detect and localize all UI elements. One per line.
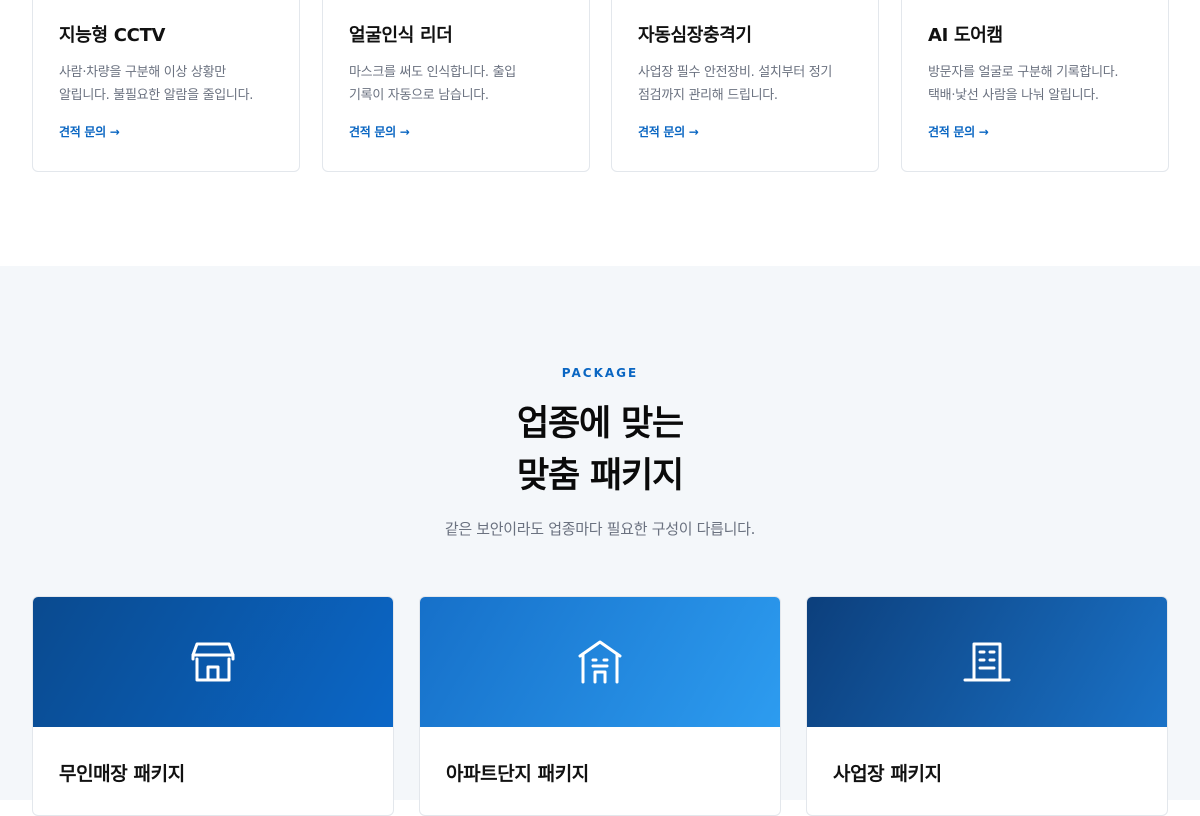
package-title: 무인매장 패키지 xyxy=(59,763,185,785)
product-title: 지능형 CCTV xyxy=(59,25,166,46)
product-description: 사람·차량을 구분해 이상 상황만 알립니다. 불필요한 알람을 줄입니다. xyxy=(59,65,254,103)
package-banner xyxy=(807,597,1167,727)
package-card-unmanned-store[interactable]: 무인매장 패키지 xyxy=(32,596,394,816)
quote-inquiry-link[interactable]: 견적 문의 → xyxy=(59,123,120,140)
product-description: 사업장 필수 안전장비. 설치부터 정기 점검까지 관리해 드립니다. xyxy=(638,65,833,103)
product-description: 마스크를 써도 인식합니다. 출입 기록이 자동으로 남습니다. xyxy=(349,65,516,103)
package-card-business[interactable]: 사업장 패키지 xyxy=(806,596,1168,816)
section-headline: 업종에 맞는 맞춤 패키지 xyxy=(0,398,1200,502)
section-eyebrow: PACKAGE xyxy=(561,366,639,380)
apartment-icon xyxy=(578,640,622,684)
product-card-aed: 자동심장충격기 사업장 필수 안전장비. 설치부터 정기 점검까지 관리해 드립… xyxy=(611,0,879,172)
store-icon xyxy=(191,642,235,682)
package-section: PACKAGE 업종에 맞는 맞춤 패키지 같은 보안이라도 업종마다 필요한 … xyxy=(0,266,1200,816)
package-title: 사업장 패키지 xyxy=(833,763,942,785)
product-title: AI 도어캠 xyxy=(928,25,1003,46)
package-title: 아파트단지 패키지 xyxy=(446,763,589,785)
product-section: 지능형 CCTV 사람·차량을 구분해 이상 상황만 알립니다. 불필요한 알람… xyxy=(0,0,1200,266)
product-card-face-reader: 얼굴인식 리더 마스크를 써도 인식합니다. 출입 기록이 자동으로 남습니다.… xyxy=(322,0,590,172)
headline-line-2: 맞춤 패키지 xyxy=(517,456,684,496)
quote-inquiry-link[interactable]: 견적 문의 → xyxy=(928,123,989,140)
quote-inquiry-link[interactable]: 견적 문의 → xyxy=(349,123,410,140)
product-card-ai-doorcam: AI 도어캠 방문자를 얼굴로 구분해 기록합니다. 택배·낯선 사람을 나눠 … xyxy=(901,0,1169,172)
product-title: 얼굴인식 리더 xyxy=(349,25,453,46)
package-banner xyxy=(33,597,393,727)
product-title: 자동심장충격기 xyxy=(638,25,752,46)
product-description: 방문자를 얼굴로 구분해 기록합니다. 택배·낯선 사람을 나눠 알립니다. xyxy=(928,65,1119,103)
product-card-cctv: 지능형 CCTV 사람·차량을 구분해 이상 상황만 알립니다. 불필요한 알람… xyxy=(32,0,300,172)
headline-line-1: 업종에 맞는 xyxy=(517,404,684,444)
package-banner xyxy=(420,597,780,727)
section-subtext: 같은 보안이라도 업종마다 필요한 구성이 다릅니다. xyxy=(444,520,756,538)
package-card-apartment[interactable]: 아파트단지 패키지 xyxy=(419,596,781,816)
quote-inquiry-link[interactable]: 견적 문의 → xyxy=(638,123,699,140)
office-building-icon xyxy=(963,642,1011,682)
